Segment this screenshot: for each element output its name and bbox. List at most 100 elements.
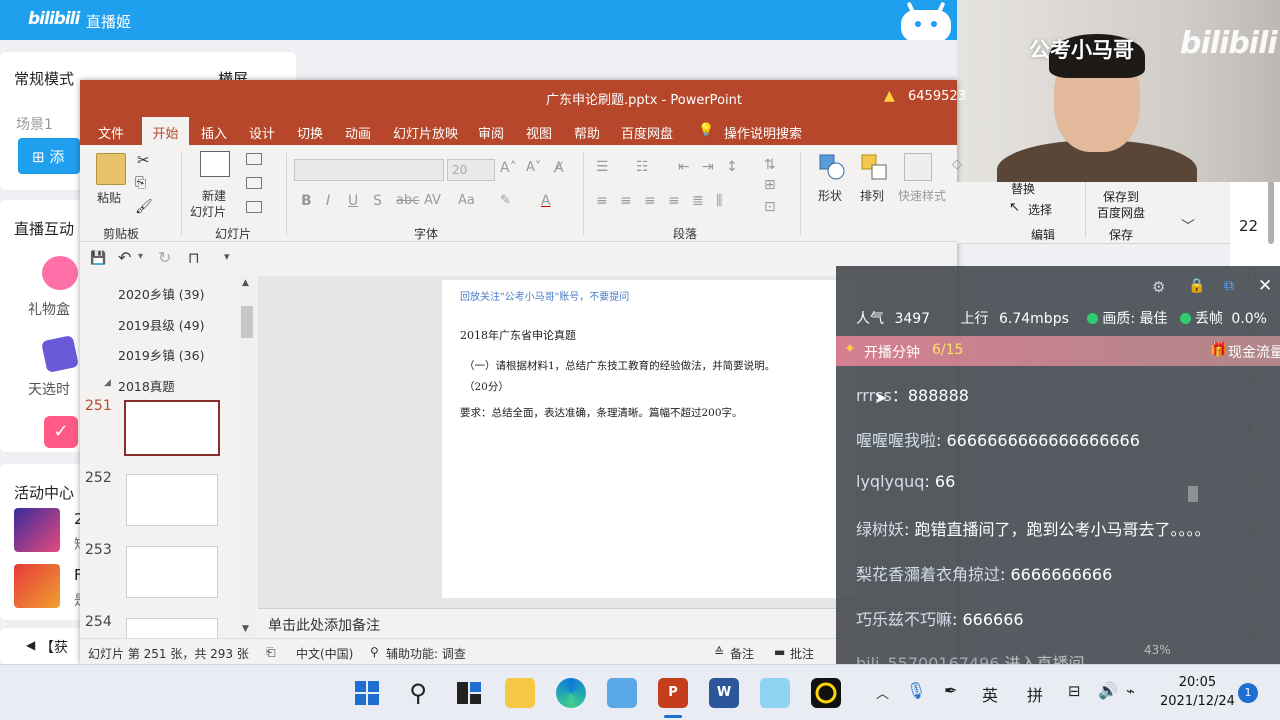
chat-user[interactable]: 绿树妖 (856, 520, 904, 539)
bold-icon[interactable]: B (301, 193, 312, 209)
save-to-baidu-line2[interactable]: 百度网盘 (1097, 204, 1145, 221)
redo-icon[interactable]: ↻ (158, 248, 171, 267)
tab-baidu-disk[interactable]: 百度网盘 (621, 123, 673, 142)
edge-browser-icon[interactable] (556, 678, 586, 708)
layout-icon[interactable] (246, 153, 262, 165)
char-spacing-icon[interactable]: AV (424, 193, 441, 208)
quick-styles-label[interactable]: 快速样式 (898, 187, 946, 204)
tab-insert[interactable]: 插入 (201, 123, 227, 142)
highlight-icon[interactable]: ✎ (500, 193, 511, 208)
shape-fill-icon[interactable]: ◇ (952, 157, 962, 172)
ime-language[interactable]: 英 (982, 682, 998, 706)
accessibility-status[interactable]: 辅助功能: 调查 (386, 645, 466, 662)
slide-thumb-252[interactable] (126, 474, 218, 526)
tab-transitions[interactable]: 切换 (297, 123, 323, 142)
slide-thumb-251[interactable] (124, 400, 220, 456)
notes-button[interactable]: 备注 (730, 645, 754, 662)
right-scrollbar[interactable] (1268, 180, 1274, 244)
new-slide-icon[interactable] (200, 151, 230, 177)
select-button[interactable]: 选择 (1028, 201, 1052, 218)
chat-user[interactable]: lyqlyquq (856, 472, 924, 491)
copy-icon[interactable]: ⎘ (135, 175, 146, 191)
change-case-icon[interactable]: Aa (458, 193, 475, 208)
check-icon[interactable]: ✓ (44, 416, 78, 448)
numbering-icon[interactable]: ☷ (636, 159, 649, 175)
shapes-label[interactable]: 形状 (818, 187, 842, 204)
tab-design[interactable]: 设计 (249, 123, 275, 142)
tell-me-search[interactable]: 操作说明搜索 (724, 123, 802, 142)
font-color-icon[interactable]: A (541, 193, 551, 209)
replace-button[interactable]: 替换 (1011, 180, 1035, 197)
clear-format-icon[interactable]: A̸ (554, 160, 564, 176)
paste-button[interactable]: 粘贴 (97, 189, 121, 206)
tab-view[interactable]: 视图 (526, 123, 552, 142)
chat-scrollbar-thumb[interactable] (1188, 486, 1198, 502)
new-slide-label-1[interactable]: 新建 (202, 187, 226, 204)
undo-icon[interactable]: ↶ (118, 248, 131, 267)
present-icon[interactable]: ⊓ (188, 249, 200, 267)
distribute-icon[interactable]: ≣ (692, 193, 704, 209)
font-name-box[interactable] (294, 159, 444, 181)
scroll-thumb[interactable] (241, 306, 253, 338)
start-icon[interactable] (352, 678, 382, 708)
undo-dropdown-icon[interactable]: ▾ (138, 251, 143, 262)
system-clock[interactable]: 20:05 2021/12/24 (1160, 673, 1235, 711)
shrink-font-icon[interactable]: A˅ (526, 160, 541, 175)
spelling-icon[interactable]: ⎗ (266, 645, 276, 660)
increase-indent-icon[interactable]: ⇥ (702, 159, 714, 175)
tray-chevron-icon[interactable]: ︿ (876, 683, 889, 702)
pen-icon[interactable]: ✒ (944, 681, 957, 700)
underline-icon[interactable]: U (348, 193, 358, 209)
ime-mode[interactable]: 拼 (1027, 682, 1043, 706)
customize-qat-icon[interactable]: ▾ (224, 250, 230, 263)
new-slide-label-2[interactable]: 幻灯片 (190, 203, 226, 220)
lock-icon[interactable]: 🔒 (1188, 278, 1205, 294)
tab-slideshow[interactable]: 幻灯片放映 (393, 123, 458, 142)
photos-icon[interactable] (607, 678, 637, 708)
file-explorer-icon[interactable] (505, 678, 535, 708)
text-direction-icon[interactable]: ⇅ (764, 157, 776, 173)
section-2020-town[interactable]: 2020乡镇 (39) (118, 284, 204, 303)
ppt-user-id[interactable]: 6459523 (908, 89, 966, 104)
smartart-icon[interactable]: ⊡ (764, 199, 776, 215)
section-icon[interactable] (246, 201, 262, 213)
tab-help[interactable]: 帮助 (574, 123, 600, 142)
tab-animations[interactable]: 动画 (345, 123, 371, 142)
comments-button[interactable]: 批注 (790, 645, 814, 662)
align-right-icon[interactable]: ≡ (644, 193, 656, 209)
volume-icon[interactable]: 🔊 (1098, 681, 1118, 700)
camera-app-icon[interactable] (811, 678, 841, 708)
bullets-icon[interactable]: ☰ (596, 159, 609, 175)
italic-icon[interactable]: I (326, 193, 330, 209)
notification-badge[interactable]: 1 (1238, 683, 1258, 703)
add-scene-button[interactable]: ⊞ 添 (18, 138, 80, 174)
bili-live-icon[interactable] (760, 678, 790, 708)
decrease-indent-icon[interactable]: ⇤ (678, 159, 690, 175)
align-center-icon[interactable]: ≡ (620, 193, 632, 209)
save-to-baidu-line1[interactable]: 保存到 (1103, 188, 1139, 205)
tab-home[interactable]: 开始 (142, 117, 189, 145)
search-icon[interactable]: ⚲ (403, 678, 433, 708)
grow-font-icon[interactable]: A˄ (500, 160, 517, 176)
justify-icon[interactable]: ≡ (668, 193, 680, 209)
arrange-icon[interactable] (860, 153, 888, 181)
activity-banner-2[interactable] (14, 564, 60, 608)
tab-file[interactable]: 文件 (98, 123, 124, 142)
warning-icon[interactable]: ▲ (884, 88, 895, 104)
activity-banner-1[interactable] (14, 508, 60, 552)
section-2019-town[interactable]: 2019乡镇 (36) (118, 345, 204, 364)
slide-thumb-253[interactable] (126, 546, 218, 598)
scroll-up-icon[interactable]: ▲ (242, 278, 249, 288)
section-2018-exam[interactable]: 2018真题 (118, 376, 175, 395)
arrange-label[interactable]: 排列 (860, 187, 884, 204)
gift-box-icon[interactable] (42, 256, 78, 290)
format-painter-icon[interactable]: 🖌 (135, 199, 153, 215)
popout-icon[interactable]: ⧉ (1224, 278, 1234, 294)
scroll-down-icon[interactable]: ▼ (242, 624, 249, 634)
shadow-icon[interactable]: S (373, 193, 382, 209)
language[interactable]: 中文(中国) (296, 645, 353, 662)
lottery-icon[interactable] (41, 335, 79, 373)
align-text-icon[interactable]: ⊞ (764, 177, 776, 193)
align-left-icon[interactable]: ≡ (596, 193, 608, 209)
battery-icon[interactable]: ⌁ (1126, 682, 1135, 700)
